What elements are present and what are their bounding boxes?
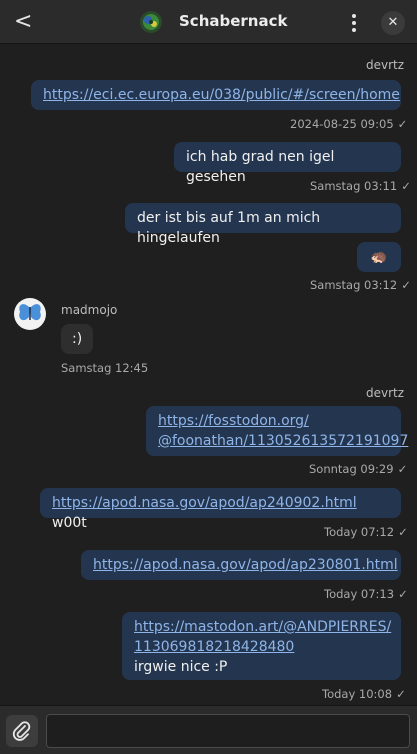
message-link[interactable]: https://apod.nasa.gov/apod/ap230801.html [93,557,398,573]
read-check-icon: ✓ [401,179,411,193]
message-bubble[interactable]: https://fosstodon.org/ @foonathan/113052… [146,406,408,456]
chat-header: < Schabernack ✕ [0,0,417,44]
hedgehog-emoji: 🦔 [370,249,388,265]
message-bubble[interactable]: https://apod.nasa.gov/apod/ap240902.html… [40,488,401,531]
message-bubble[interactable]: :) [61,324,93,354]
message-bubble[interactable]: der ist bis auf 1m an mich hingelaufen [125,203,401,246]
message-link[interactable]: @foonathan/113052613572191097 [158,431,408,451]
butterfly-icon [19,304,41,321]
message-bubble[interactable]: ich hab grad nen igel gesehen [174,142,401,185]
room-title: Schabernack [179,12,288,30]
message-text: :) [72,331,83,347]
sender-name: devrtz [366,386,405,400]
message-bubble[interactable]: 🦔 [357,242,401,272]
message-composer [0,705,417,754]
message-link[interactable]: https://mastodon.art/@ANDPIERRES/ [134,617,391,637]
message-timestamp: Today 10:08 ✓ [322,687,406,701]
paperclip-icon [12,721,31,741]
sender-name: madmojo [61,303,118,317]
message-bubble[interactable]: https://apod.nasa.gov/apod/ap230801.html [81,550,401,580]
close-button[interactable]: ✕ [381,11,405,35]
message-link[interactable]: https://fosstodon.org/ [158,411,389,431]
message-text: irgwie nice :P [134,659,228,675]
message-timestamp: 2024-08-25 09:05 ✓ [290,117,408,131]
message-timestamp: Sonntag 09:29 ✓ [309,462,408,476]
message-link[interactable]: https://eci.ec.europa.eu/038/public/#/sc… [43,87,400,103]
message-timestamp: Samstag 03:12 ✓ [310,278,411,292]
attach-button[interactable] [6,715,38,747]
message-text: der ist bis auf 1m an mich hingelaufen [137,210,321,246]
message-text: w00t [52,515,87,531]
message-timestamp: Today 07:13 ✓ [324,587,408,601]
sender-name: devrtz [366,58,405,72]
message-link[interactable]: 113069818218428480 [134,637,389,657]
read-check-icon: ✓ [401,278,411,292]
vertical-dots-icon [352,14,356,18]
message-timestamp: Today 07:12 ✓ [324,525,408,539]
message-input[interactable] [46,714,410,748]
read-check-icon: ✓ [397,462,408,476]
message-bubble[interactable]: https://mastodon.art/@ANDPIERRES/ 113069… [122,612,401,680]
avatar[interactable] [14,298,46,330]
message-link[interactable]: https://apod.nasa.gov/apod/ap240902.html [52,495,357,511]
message-timestamp: Samstag 12:45 [61,361,149,375]
read-check-icon: ✓ [396,687,406,701]
read-check-icon: ✓ [398,525,408,539]
close-icon: ✕ [387,15,399,30]
message-timestamp: Samstag 03:11 ✓ [310,179,411,193]
message-bubble[interactable]: https://eci.ec.europa.eu/038/public/#/sc… [31,80,401,110]
menu-button[interactable] [344,12,364,32]
read-check-icon: ✓ [397,117,408,131]
room-avatar-icon [140,11,162,33]
read-check-icon: ✓ [398,587,408,601]
back-button[interactable]: < [14,11,32,33]
